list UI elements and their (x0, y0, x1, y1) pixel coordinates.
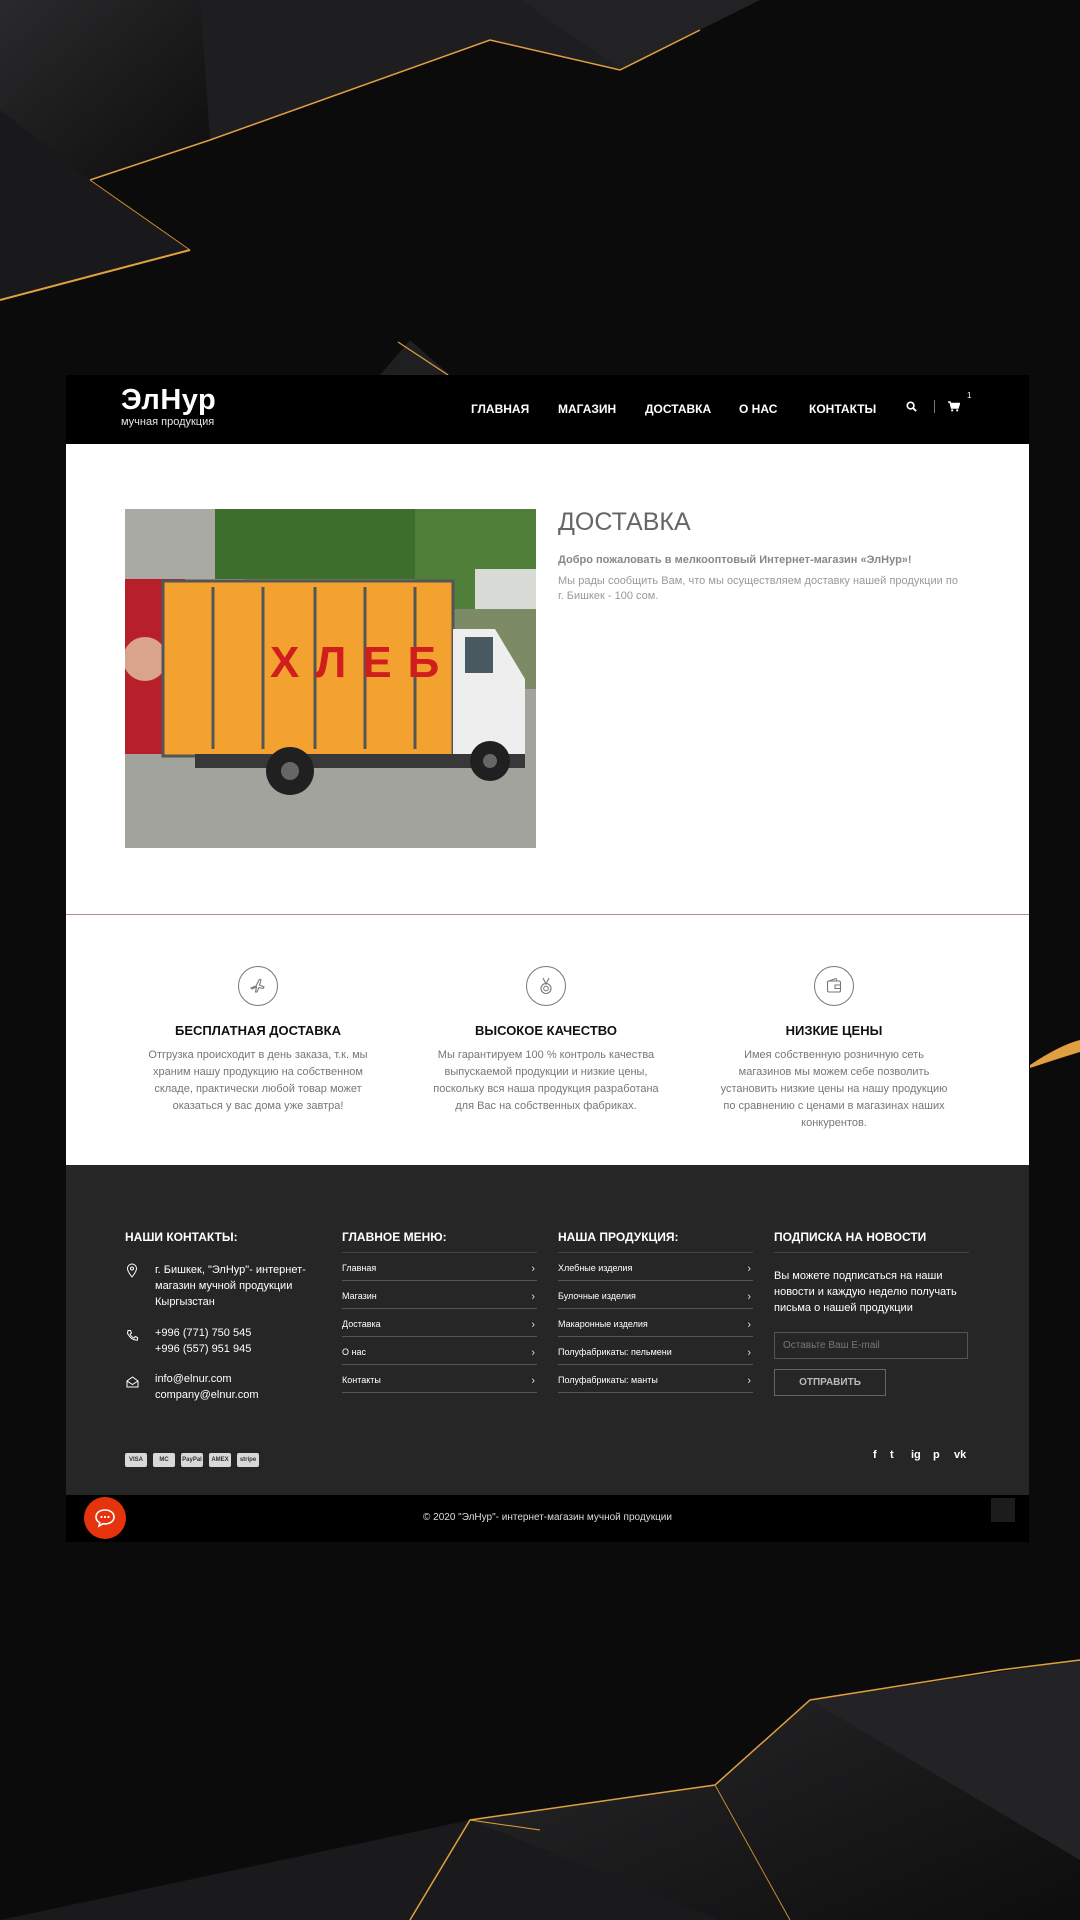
vk-icon[interactable]: vk (954, 1449, 966, 1461)
footer-menu-heading: ГЛАВНОЕ МЕНЮ: (342, 1230, 537, 1253)
chevron-right-icon: › (747, 1291, 751, 1303)
chevron-right-icon: › (531, 1263, 535, 1275)
email-2[interactable]: company@elnur.com (155, 1389, 259, 1401)
header: ЭлНур мучная продукция ГЛАВНАЯ МАГАЗИН Д… (66, 375, 1029, 444)
cart-count-badge: 1 (967, 391, 972, 400)
address-text: г. Бишкек, "ЭлНур"- интернет-магазин муч… (155, 1264, 306, 1308)
footer-link-about[interactable]: О нас › (342, 1337, 537, 1365)
footer-contacts-heading: НАШИ КОНТАКТЫ: (125, 1230, 238, 1244)
nav-shop[interactable]: МАГАЗИН (558, 402, 616, 416)
feature-title: БЕСПЛАТНАЯ ДОСТАВКА (175, 1023, 341, 1038)
footer-link-contacts[interactable]: Контакты › (342, 1365, 537, 1393)
email-1[interactable]: info@elnur.com (155, 1373, 232, 1385)
feature-free-delivery: БЕСПЛАТНАЯ ДОСТАВКА Отгрузка происходит … (133, 966, 383, 1115)
footer-contacts: НАШИ КОНТАКТЫ: г. Бишкек, "ЭлНур"- интер… (125, 1230, 320, 1403)
airplane-icon (238, 966, 278, 1006)
instagram-icon[interactable]: ig (911, 1449, 921, 1461)
feature-title: НИЗКИЕ ЦЕНЫ (785, 1023, 883, 1038)
footer-newsletter: ПОДПИСКА НА НОВОСТИ Вы можете подписатьс… (774, 1230, 969, 1396)
feature-text: Имея собственную розничную сеть магазино… (720, 1049, 948, 1129)
chat-button[interactable] (84, 1497, 126, 1539)
features-section: БЕСПЛАТНАЯ ДОСТАВКА Отгрузка происходит … (66, 915, 1029, 1165)
site-container: ЭлНур мучная продукция ГЛАВНАЯ МАГАЗИН Д… (66, 375, 1029, 1542)
pinterest-icon[interactable]: p (933, 1449, 940, 1461)
chevron-right-icon: › (747, 1375, 751, 1387)
nav-about[interactable]: О НАС (739, 402, 777, 416)
product-link-pasta[interactable]: Макаронные изделия › (558, 1309, 753, 1337)
chevron-right-icon: › (747, 1263, 751, 1275)
footer-link-delivery[interactable]: Доставка › (342, 1309, 537, 1337)
cart-icon[interactable] (948, 399, 961, 417)
chevron-right-icon: › (747, 1347, 751, 1359)
phone-1[interactable]: +996 (771) 750 545 (155, 1327, 251, 1339)
header-divider (934, 400, 935, 413)
chevron-right-icon: › (531, 1291, 535, 1303)
product-link-manty[interactable]: Полуфабрикаты: манты › (558, 1365, 753, 1393)
medal-icon (526, 966, 566, 1006)
newsletter-heading: ПОДПИСКА НА НОВОСТИ (774, 1230, 969, 1253)
facebook-icon[interactable]: f (873, 1449, 877, 1461)
copyright-bar: © 2020 "ЭлНур"- интернет-магазин мучной … (66, 1495, 1029, 1542)
product-link-bread[interactable]: Хлебные изделия › (558, 1253, 753, 1281)
footer-link-shop[interactable]: Магазин › (342, 1281, 537, 1309)
product-link-buns[interactable]: Булочные изделия › (558, 1281, 753, 1309)
contact-phones: +996 (771) 750 545 +996 (557) 951 945 (125, 1325, 320, 1357)
amex-icon: AMEX (209, 1453, 231, 1467)
feature-low-prices: НИЗКИЕ ЦЕНЫ Имея собственную розничную с… (709, 966, 959, 1132)
copyright-text: © 2020 "ЭлНур"- интернет-магазин мучной … (423, 1512, 672, 1523)
chevron-right-icon: › (747, 1319, 751, 1331)
feature-text: Отгрузка происходит в день заказа, т.к. … (148, 1049, 368, 1112)
nav-home[interactable]: ГЛАВНАЯ (471, 402, 529, 416)
envelope-icon (126, 1376, 139, 1393)
feature-title: ВЫСОКОЕ КАЧЕСТВО (475, 1023, 617, 1038)
newsletter-submit-button[interactable]: ОТПРАВИТЬ (774, 1369, 886, 1396)
mastercard-icon: MC (153, 1453, 175, 1467)
contact-emails: info@elnur.com company@elnur.com (125, 1371, 320, 1403)
visa-icon: VISA (125, 1453, 147, 1467)
product-link-pelmeni[interactable]: Полуфабрикаты: пельмени › (558, 1337, 753, 1365)
feature-high-quality: ВЫСОКОЕ КАЧЕСТВО Мы гарантируем 100 % ко… (421, 966, 671, 1115)
footer-menu: ГЛАВНОЕ МЕНЮ: Главная › Магазин › Доставка… (342, 1230, 537, 1393)
delivery-text: Мы рады сообщить Вам, что мы осуществляе… (558, 575, 958, 602)
paypal-icon: PayPal (181, 1453, 203, 1467)
chevron-right-icon: › (531, 1375, 535, 1387)
chevron-right-icon: › (531, 1347, 535, 1359)
footer-link-home[interactable]: Главная › (342, 1253, 537, 1281)
search-icon[interactable] (906, 399, 917, 417)
footer-products: НАША ПРОДУКЦИЯ: Хлебные изделия › Булочны… (558, 1230, 753, 1393)
nav-contacts[interactable]: КОНТАКТЫ (809, 402, 876, 416)
delivery-section: ХЛЕБ ДОСТАВКА Добро пожаловать в мелкооп… (66, 444, 1029, 915)
stripe-icon: stripe (237, 1453, 259, 1467)
nav-delivery[interactable]: ДОСТАВКА (645, 402, 711, 416)
map-pin-icon (126, 1263, 138, 1283)
wallet-icon (814, 966, 854, 1006)
newsletter-email-input[interactable] (774, 1332, 968, 1359)
chat-bubble-icon (95, 1509, 115, 1528)
footer: НАШИ КОНТАКТЫ: г. Бишкек, "ЭлНур"- интер… (66, 1165, 1029, 1429)
payment-social-bar: VISA MC PayPal AMEX stripe f t ig p vk (66, 1427, 1029, 1495)
page-title: ДОСТАВКА (558, 508, 691, 536)
footer-products-heading: НАША ПРОДУКЦИЯ: (558, 1230, 753, 1253)
twitter-icon[interactable]: t (890, 1449, 894, 1461)
delivery-intro: Добро пожаловать в мелкооптовый Интернет… (558, 554, 912, 566)
main-nav: ГЛАВНАЯ МАГАЗИН ДОСТАВКА О НАС КОНТАКТЫ (66, 375, 1029, 444)
contact-address: г. Бишкек, "ЭлНур"- интернет-магазин муч… (125, 1262, 320, 1310)
scroll-to-top-button[interactable] (991, 1498, 1015, 1522)
phone-icon (126, 1329, 139, 1347)
newsletter-text: Вы можете подписаться на наши новости и … (774, 1270, 957, 1314)
phone-2[interactable]: +996 (557) 951 945 (155, 1343, 251, 1355)
truck-label: ХЛЕБ (270, 638, 455, 687)
delivery-truck-image: ХЛЕБ (125, 509, 536, 848)
feature-text: Мы гарантируем 100 % контроль качества в… (433, 1049, 659, 1112)
chevron-right-icon: › (531, 1319, 535, 1331)
